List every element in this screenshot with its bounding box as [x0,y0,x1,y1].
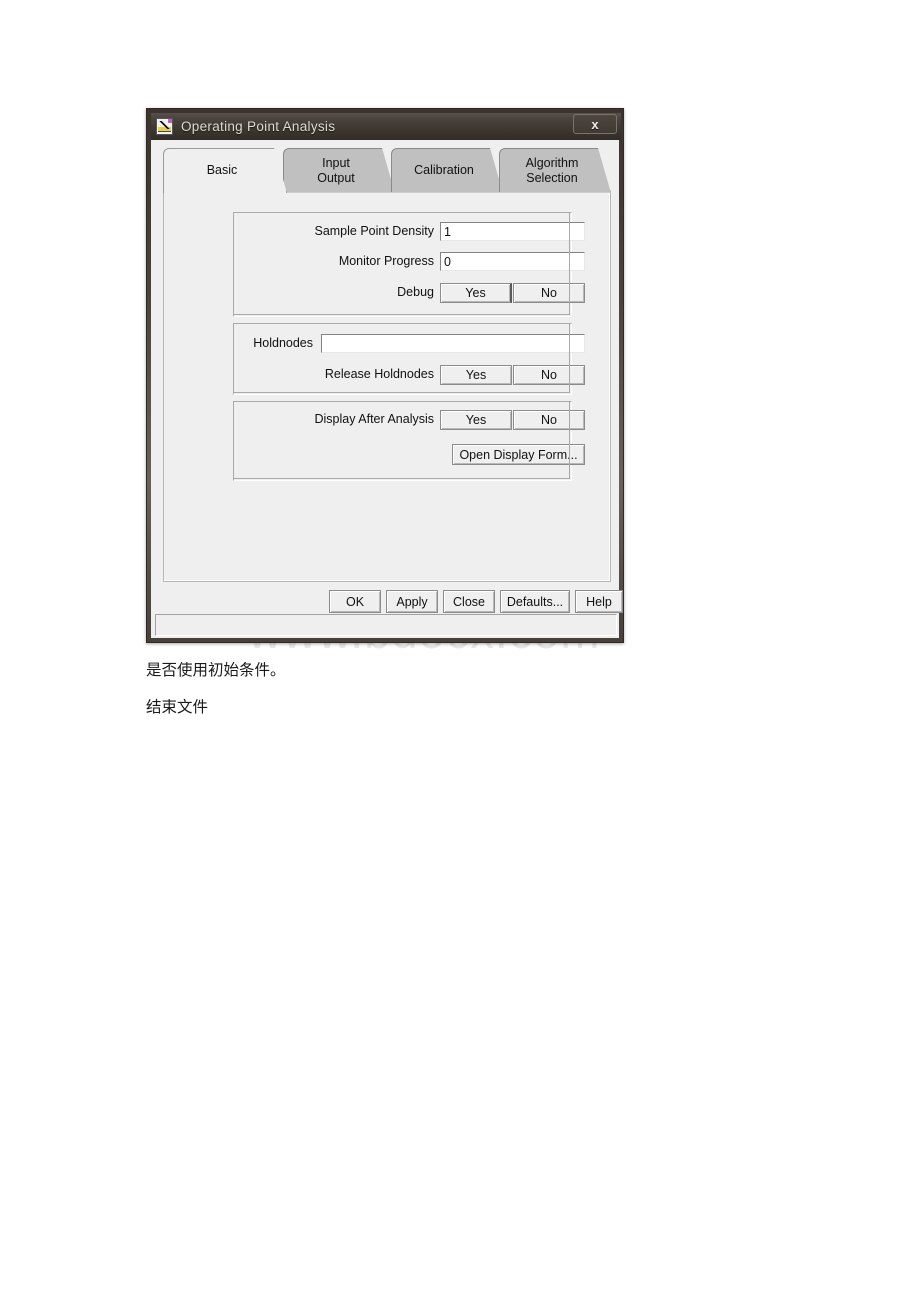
dialog-client-area: Basic Input Output Calibration Algorithm… [155,142,623,636]
release-holdnodes-no-button[interactable]: No [513,365,585,385]
close-icon[interactable]: x [573,114,617,134]
dialog-statusbar [155,614,617,636]
display-after-analysis-no-button[interactable]: No [513,410,585,430]
waveform-chart-icon [156,118,173,135]
group-holdnodes: Holdnodes Release Holdnodes Yes No [233,323,585,395]
body-paragraph-2: 结束文件 [146,698,209,716]
release-holdnodes-label: Release Holdnodes [324,367,434,381]
dialog-title: Operating Point Analysis [181,119,336,134]
tab-algorithm-selection-label: Algorithm Selection [525,156,579,185]
tab-basic-label: Basic [206,163,238,178]
group-display: Display After Analysis Yes No Open Displ… [233,401,585,481]
tab-algorithm-selection[interactable]: Algorithm Selection [499,148,611,193]
tab-calibration-label: Calibration [414,163,474,178]
help-button[interactable]: Help [575,590,623,613]
close-button[interactable]: Close [443,590,495,613]
debug-yes-button[interactable]: Yes [440,283,512,303]
tab-calibration[interactable]: Calibration [391,148,503,193]
tab-page-basic: Sample Point Density 1 Monitor Progress … [163,192,611,582]
body-paragraph-1: 是否使用初始条件。 [146,661,286,679]
tab-strip: Basic Input Output Calibration Algorithm… [163,148,611,193]
tab-input-output-label: Input Output [317,156,355,185]
group-simulation-parameters: Sample Point Density 1 Monitor Progress … [233,212,585,317]
holdnodes-label: Holdnodes [253,336,313,350]
dialog-titlebar[interactable]: Operating Point Analysis x [151,113,621,140]
sample-point-density-label: Sample Point Density [314,224,434,238]
ok-button[interactable]: OK [329,590,381,613]
display-after-analysis-yes-button[interactable]: Yes [440,410,512,430]
release-holdnodes-yes-button[interactable]: Yes [440,365,512,385]
sample-point-density-input[interactable]: 1 [440,222,585,241]
holdnodes-input[interactable] [321,334,585,353]
apply-button[interactable]: Apply [386,590,438,613]
open-display-form-button[interactable]: Open Display Form... [452,444,585,465]
defaults-button[interactable]: Defaults... [500,590,570,613]
monitor-progress-label: Monitor Progress [338,254,434,268]
display-after-analysis-label: Display After Analysis [314,412,435,426]
operating-point-analysis-dialog: Operating Point Analysis x Basic Input O… [146,108,624,643]
tab-basic[interactable]: Basic [163,148,287,193]
debug-label: Debug [397,285,434,299]
debug-no-button[interactable]: No [513,283,585,303]
tab-input-output[interactable]: Input Output [283,148,395,193]
monitor-progress-input[interactable]: 0 [440,252,585,271]
